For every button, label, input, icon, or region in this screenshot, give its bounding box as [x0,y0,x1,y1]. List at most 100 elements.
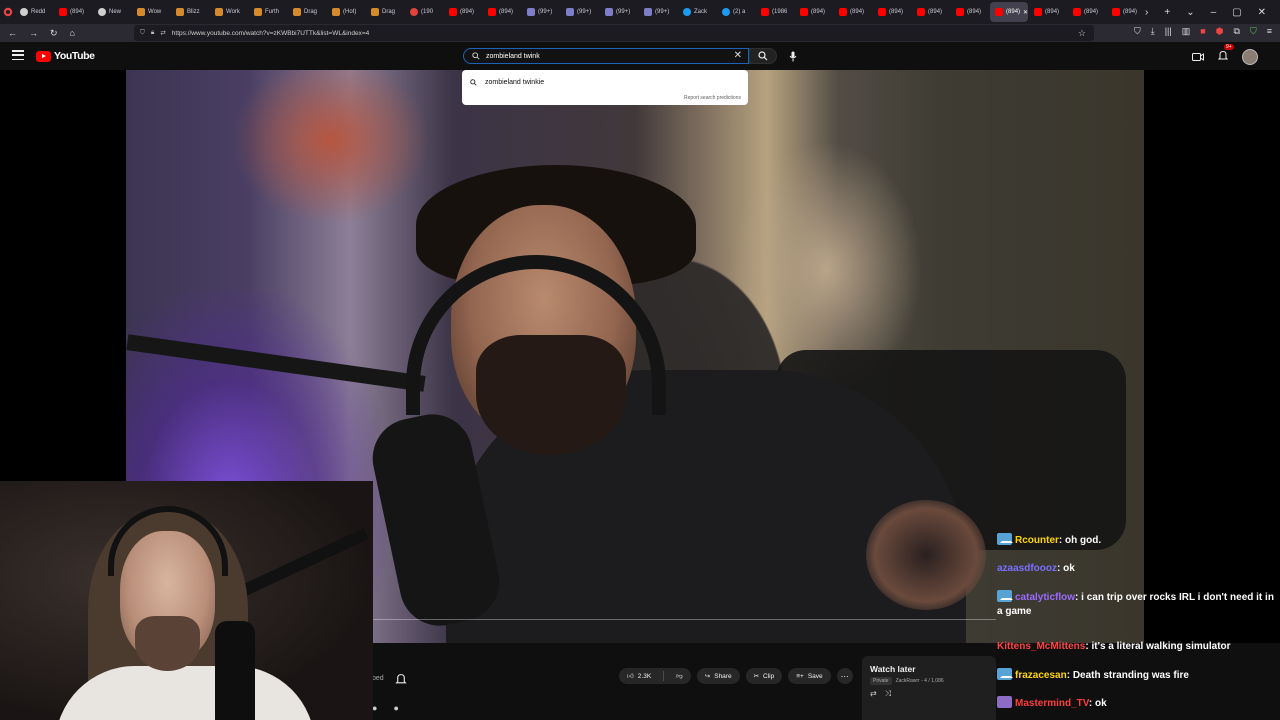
browser-tab[interactable]: (894) [483,2,521,22]
url-text[interactable]: https://www.youtube.com/watch?v=zKWBbi7U… [172,30,369,37]
browser-tab[interactable]: New [93,2,131,22]
browser-tab[interactable]: Blizz [171,2,209,22]
youtube-logo[interactable]: YouTube [36,50,95,62]
browser-tab[interactable]: (894) [873,2,911,22]
browser-tab[interactable]: Redd [15,2,53,22]
forward-icon[interactable]: → [29,28,38,39]
share-button[interactable]: ↪ Share [696,668,740,684]
tool-favicon-icon [332,8,341,16]
pocket-icon[interactable]: ⛉ [1134,26,1141,37]
adblock-icon[interactable]: ⬢ [1216,26,1224,37]
avatar-icon[interactable]: ● [393,703,398,713]
voice-search-button[interactable] [786,49,800,63]
sidebar-icon[interactable]: ▥ [1182,26,1191,37]
bookmark-star-icon[interactable]: ☆ [1078,28,1086,39]
like-button[interactable]: 👍︎ 2.3K [619,668,659,684]
streamer-microphone [215,621,255,720]
browser-tab[interactable]: Wow [132,2,170,22]
tab-title: (894) [889,9,904,15]
browser-tab[interactable]: (99+) [639,2,677,22]
browser-tab[interactable]: (1986 [756,2,794,22]
new-tab-icon[interactable]: + [1164,7,1170,18]
search-input[interactable]: zombieland twink ✕ [463,48,749,64]
browser-tab[interactable]: Work [210,2,248,22]
browser-tab[interactable]: (99+) [522,2,560,22]
close-tab-icon[interactable]: ✕ [1023,9,1028,16]
close-window-icon[interactable]: ✕ [1258,7,1266,18]
suggestion-item[interactable]: zombieland twinkie [470,79,544,86]
browser-tab[interactable]: (2) a [717,2,755,22]
browser-menu-icon[interactable] [0,0,15,24]
youtube-favicon-icon [878,8,887,16]
notification-bell-icon[interactable] [395,673,407,685]
clip-button[interactable]: ✂ Clip [745,668,783,684]
minimize-icon[interactable]: – [1211,7,1217,18]
guide-menu-icon[interactable] [12,50,24,60]
browser-tab[interactable]: (894) [1029,2,1067,22]
downloads-icon[interactable]: ⤓ [1151,26,1155,37]
tab-list-icon[interactable]: ⌄ [1186,7,1194,18]
browser-tab[interactable]: (Hot) [327,2,365,22]
browser-tab[interactable]: (894) ✕ [990,2,1029,22]
extension-icon[interactable]: ■ [1200,26,1205,37]
loop-icon[interactable]: ⇄ [870,689,877,699]
tab-title: (99+) [538,9,553,15]
browser-tab[interactable]: (894) [444,2,482,22]
chat-username: frazacesan [1015,670,1067,681]
browser-tab[interactable]: (894) [834,2,872,22]
lock-icon[interactable]: 🔒︎ [151,29,154,37]
browser-tab[interactable]: (894) [912,2,950,22]
home-icon[interactable]: ⌂ [70,28,75,39]
clip-label: Clip [763,672,775,680]
shuffle-icon[interactable]: ⤨ [885,689,891,699]
video-progress-bar[interactable] [372,619,996,620]
search-button[interactable] [749,48,777,64]
youtube-favicon-icon [956,8,965,16]
tab-title: Redd [31,9,46,15]
back-icon[interactable]: ← [8,28,17,39]
youtube-favicon-icon [839,8,848,16]
browser-tab[interactable]: (99+) [561,2,599,22]
permissions-icon[interactable]: ⇄ [160,29,165,37]
playlist-panel[interactable]: Watch later Private ZackRawrr - 4 / 1,08… [862,656,996,720]
chat-username: azaasdfoooz [997,563,1058,574]
reload-icon[interactable]: ↻ [50,28,58,39]
browser-toolbar-right: ⛉ ⤓ ||| ▥ ■ ⬢ ⧉ ⛉ ≡ [1134,26,1272,37]
clear-search-icon[interactable]: ✕ [734,50,742,61]
subscribed-label[interactable]: bed [372,675,384,682]
create-video-icon[interactable] [1192,52,1204,62]
privacy-badge: Private [870,677,892,685]
ellipsis-icon: ⋯ [840,671,849,681]
chat-text: it's a literal walking simulator [1091,641,1231,652]
save-button[interactable]: ≡+ Save [788,668,831,684]
browser-tab[interactable]: Furth [249,2,287,22]
youtube-play-icon [36,50,51,62]
shield-icon[interactable]: ⛉ [140,29,145,37]
search-query[interactable]: zombieland twink [486,53,540,60]
browser-tab[interactable]: (894) [1068,2,1106,22]
browser-tab[interactable]: (894) [54,2,92,22]
notifications-button[interactable]: 9+ [1217,44,1234,66]
browser-tab[interactable]: (190 [405,2,443,22]
library-icon[interactable]: ||| [1165,26,1172,37]
dislike-button[interactable]: 👎︎ [668,668,691,684]
account-avatar[interactable] [1242,49,1258,65]
vpn-icon[interactable]: ⛉ [1250,26,1257,37]
maximize-icon[interactable]: ▢ [1232,7,1241,18]
more-actions-button[interactable]: ⋯ [836,668,853,684]
browser-tab[interactable]: Drag [366,2,404,22]
suggestion-text[interactable]: zombieland twinkie [485,79,544,86]
browser-tab[interactable]: (894) [795,2,833,22]
app-menu-icon[interactable]: ≡ [1267,26,1272,37]
browser-tab[interactable]: (894) [951,2,989,22]
extensions-icon[interactable]: ⧉ [1234,26,1240,37]
tab-title: (2) a [733,9,746,15]
browser-tab[interactable]: (894) [1107,2,1145,22]
address-bar[interactable]: ⛉ 🔒︎ ⇄ https://www.youtube.com/watch?v=z… [134,25,1094,41]
browser-tab[interactable]: Drag [288,2,326,22]
browser-tab[interactable]: Zack [678,2,716,22]
playlist-title[interactable]: Watch later [870,664,988,674]
browser-tab[interactable]: (99+) [600,2,638,22]
report-predictions-link[interactable]: Report search predictions [684,95,741,101]
tab-scroll-right-icon[interactable]: › [1145,7,1148,18]
